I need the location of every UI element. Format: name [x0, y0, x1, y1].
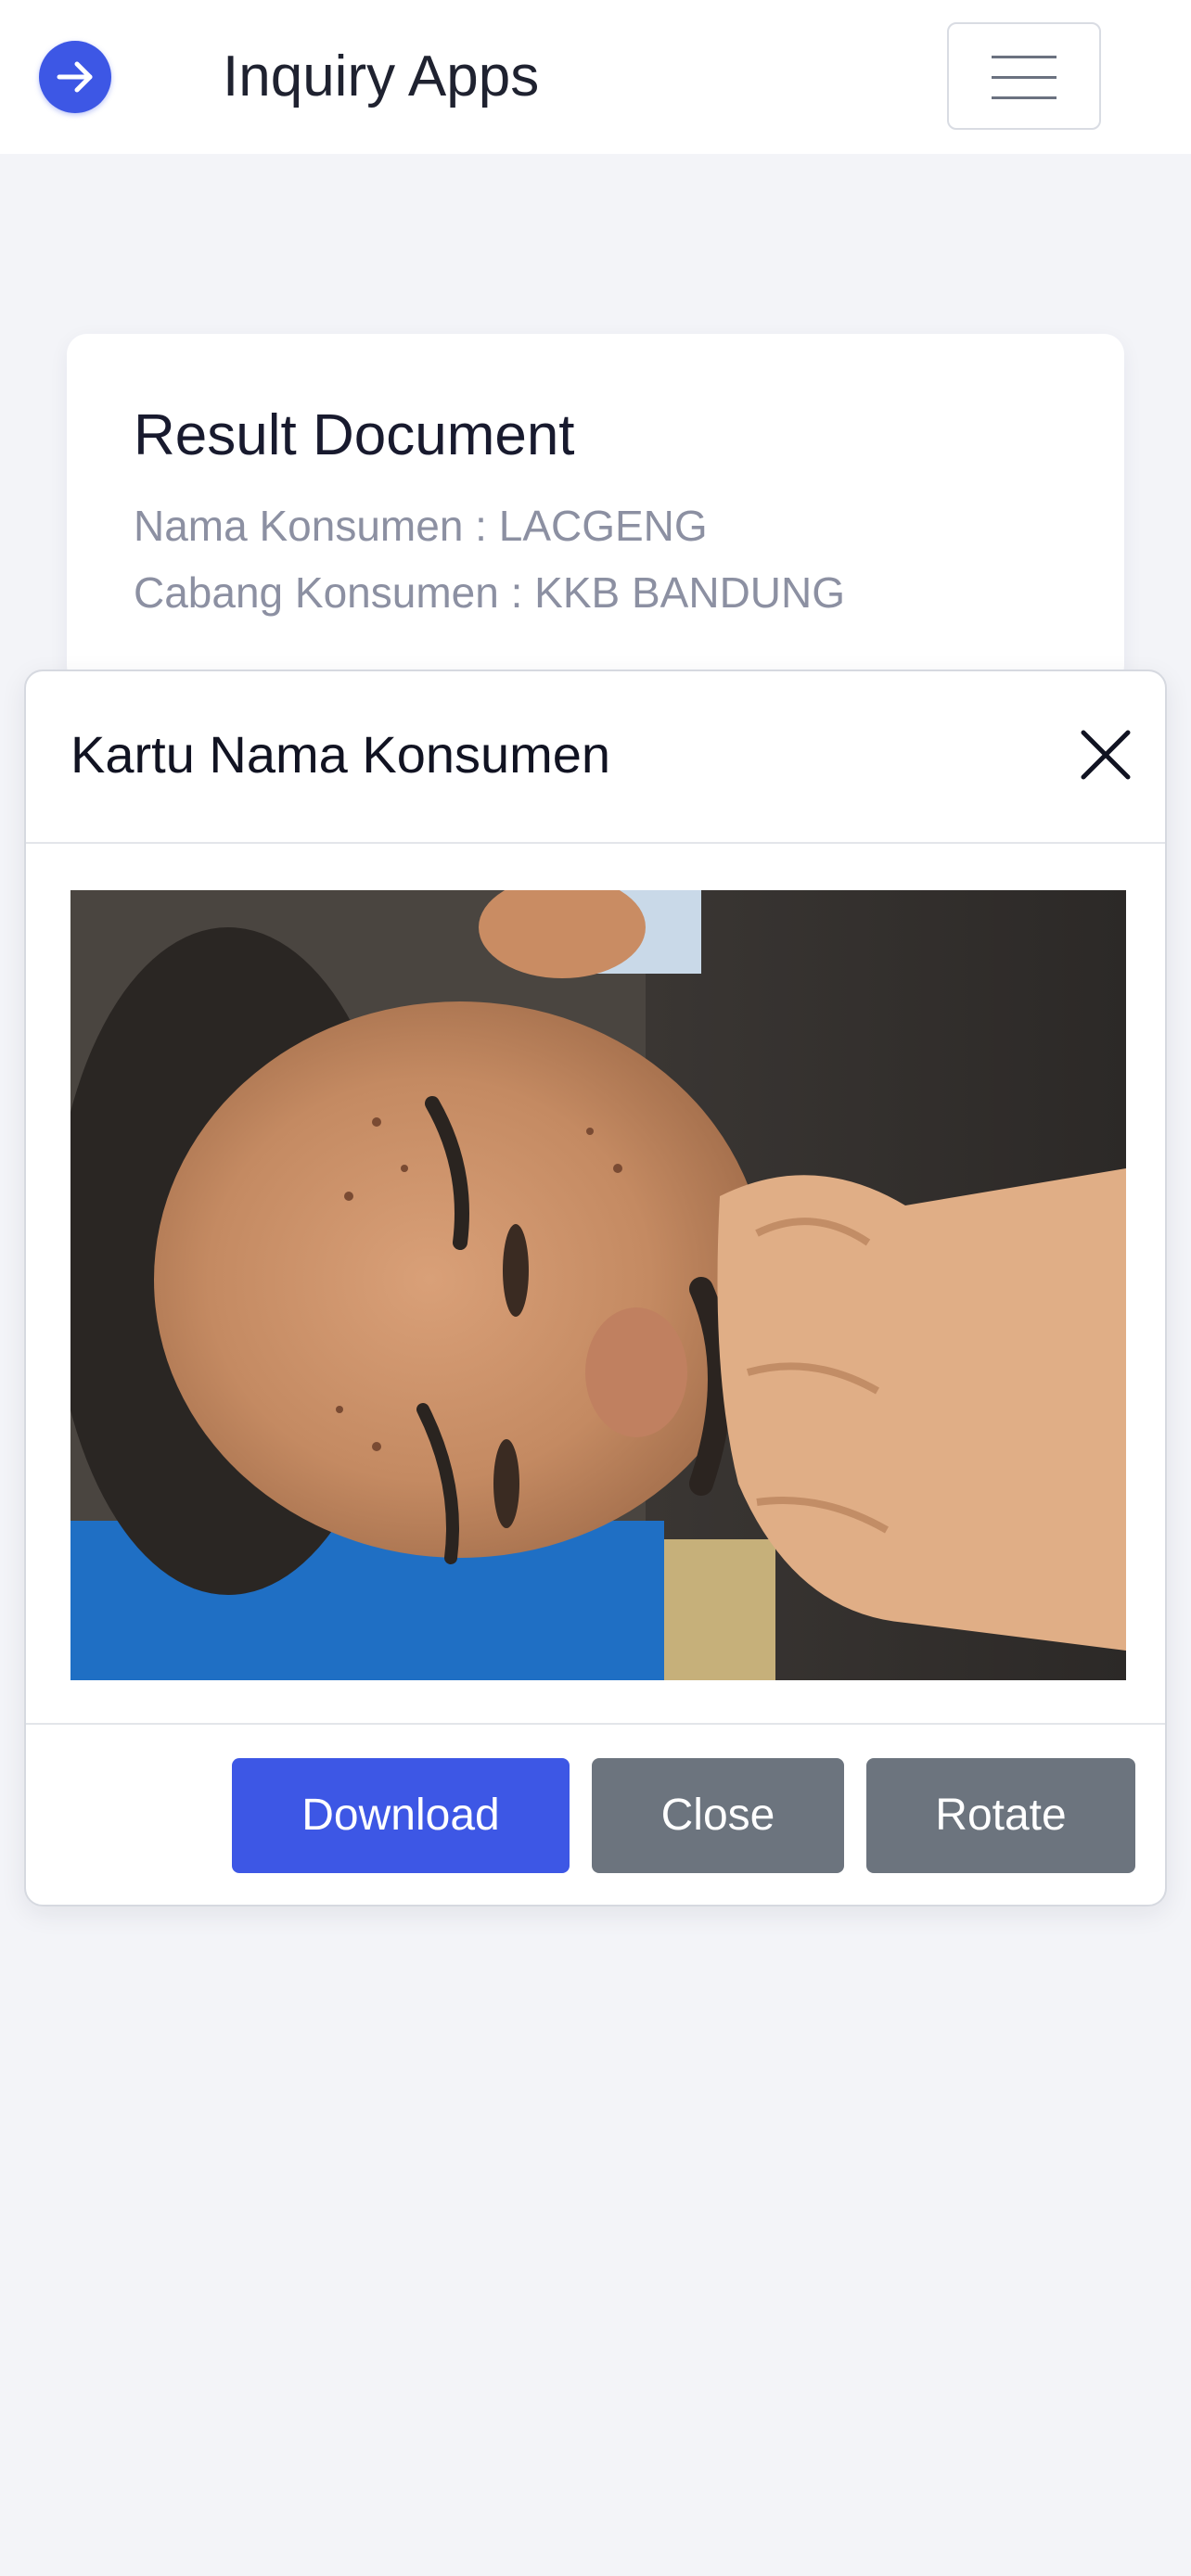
- modal-header-divider: [26, 842, 1165, 844]
- result-document-card: Result Document Nama Konsumen : LACGENG …: [67, 334, 1124, 686]
- arrow-right-circle-icon[interactable]: [39, 41, 111, 113]
- customer-photo: [70, 890, 1126, 1680]
- document-modal: Kartu Nama Konsumen Download Close Rotat…: [24, 670, 1167, 1906]
- customer-name: Nama Konsumen : LACGENG: [134, 502, 708, 550]
- top-navbar: Inquiry Apps: [0, 0, 1191, 154]
- modal-title: Kartu Nama Konsumen: [70, 725, 611, 784]
- modal-footer-divider: [26, 1723, 1165, 1725]
- customer-branch: Cabang Konsumen : KKB BANDUNG: [134, 568, 846, 617]
- download-button[interactable]: Download: [232, 1758, 570, 1873]
- close-button[interactable]: Close: [592, 1758, 844, 1873]
- rotate-button[interactable]: Rotate: [866, 1758, 1135, 1873]
- hamburger-menu-icon-bar: [992, 76, 1057, 79]
- app-title[interactable]: Inquiry Apps: [223, 41, 539, 113]
- hamburger-menu-icon: [992, 56, 1057, 58]
- result-title: Result Document: [134, 403, 575, 467]
- hamburger-menu-icon-bar: [992, 96, 1057, 99]
- menu-toggle-button[interactable]: [947, 22, 1101, 130]
- close-x-icon[interactable]: [1074, 723, 1137, 786]
